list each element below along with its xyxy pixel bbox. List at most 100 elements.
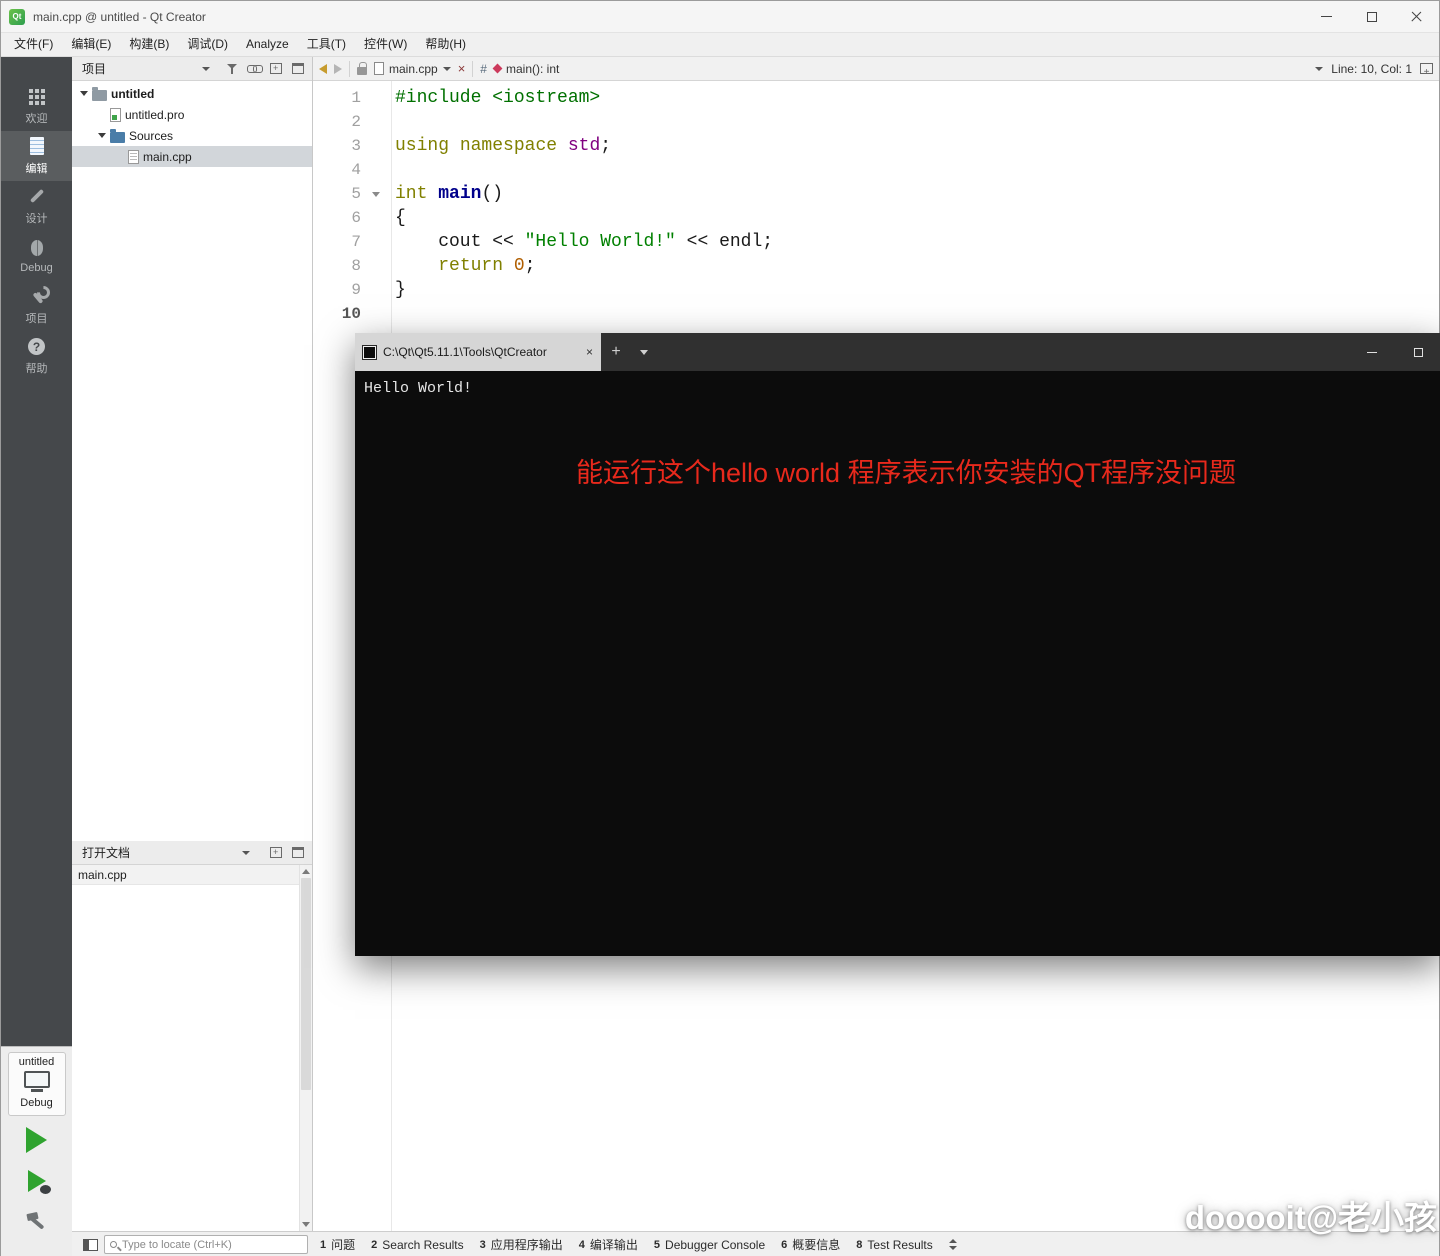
sources-folder-icon [110, 128, 125, 143]
close-button[interactable] [1394, 1, 1439, 32]
mode-item-design[interactable]: 设计 [1, 181, 72, 231]
split-pane-button[interactable] [265, 843, 287, 863]
split-editor-button[interactable] [1420, 63, 1433, 74]
mode-item-projects[interactable]: 项目 [1, 281, 72, 331]
fold-marker [361, 206, 391, 230]
tree-item-untitled[interactable]: untitled [72, 83, 312, 104]
output-pane-1[interactable]: 1 问题 [312, 1232, 363, 1256]
wrench-icon [28, 287, 46, 305]
line-number: 1 [351, 89, 361, 107]
line-column-indicator: Line: 10, Col: 1 [1331, 61, 1412, 76]
fold-marker[interactable] [361, 182, 391, 206]
line-number: 3 [351, 137, 361, 155]
console-window: C:\Qt\Qt5.11.1\Tools\QtCreator × + Hello… [355, 333, 1440, 956]
tab-menu-button[interactable] [631, 333, 657, 371]
opendocs-pane-title: 打开文档 [82, 846, 131, 860]
new-tab-button[interactable]: + [601, 333, 631, 371]
hash-symbol: # [480, 61, 487, 76]
code-text: { [395, 208, 406, 228]
console-tab-close-button[interactable]: × [586, 345, 593, 359]
open-documents-panel: 打开文档 main.cpp [72, 841, 312, 1231]
pencil-icon [29, 188, 44, 204]
close-icon [1411, 11, 1422, 22]
filter-button[interactable] [221, 59, 243, 79]
mode-item-debug[interactable]: Debug [1, 231, 72, 281]
projects-panel: 项目 untitled untitled.pro Sources main.cpp [72, 57, 312, 841]
line-number: 9 [351, 281, 361, 299]
menu-item--e-[interactable]: 编辑(E) [62, 33, 120, 56]
scroll-down-arrow[interactable] [300, 1218, 312, 1231]
split-pane-button[interactable] [265, 59, 287, 79]
console-tab-title: C:\Qt\Qt5.11.1\Tools\QtCreator [383, 345, 547, 359]
opendocs-scrollbar[interactable] [299, 865, 312, 1231]
kit-project-label: untitled [18, 1056, 55, 1068]
projects-panel-header: 项目 [72, 57, 312, 81]
chevron-down-icon [202, 66, 210, 71]
close-pane-button[interactable] [287, 843, 309, 863]
cpp-file-icon [128, 149, 139, 164]
line-number: 5 [351, 185, 361, 203]
menu-item--b-[interactable]: 构建(B) [120, 33, 178, 56]
project-tree: untitled untitled.pro Sources main.cpp [72, 81, 312, 841]
expander-icon[interactable] [96, 133, 108, 138]
console-maximize-button[interactable] [1395, 333, 1440, 371]
console-tab[interactable]: C:\Qt\Qt5.11.1\Tools\QtCreator × [355, 333, 601, 371]
toggle-sidebar-button[interactable] [78, 1232, 102, 1256]
output-pane-toggle[interactable] [948, 1239, 957, 1250]
mode-label: Debug [20, 262, 53, 274]
output-pane-8[interactable]: 8 Test Results [848, 1232, 940, 1256]
debug-run-button[interactable] [15, 1164, 59, 1198]
open-file-dropdown[interactable]: main.cpp [374, 62, 451, 76]
toolbar-right: Line: 10, Col: 1 [1315, 62, 1433, 76]
pane-window-icon [292, 63, 304, 74]
toolbar-separator [472, 60, 474, 77]
tree-item-main-cpp[interactable]: main.cpp [72, 146, 312, 167]
output-pane-6[interactable]: 6 概要信息 [773, 1232, 848, 1256]
console-minimize-button[interactable] [1349, 333, 1395, 371]
output-pane-5[interactable]: 5 Debugger Console [646, 1232, 773, 1256]
expander-icon[interactable] [78, 91, 90, 96]
run-button[interactable] [15, 1123, 59, 1157]
pane-buttons: 1 问题 2 Search Results 3 应用程序输出 4 编译输出 5 Debugger … [312, 1232, 941, 1256]
opendocs-body: main.cpp [72, 865, 312, 1231]
menu-item--d-[interactable]: 调试(D) [178, 33, 237, 56]
close-pane-button[interactable] [287, 59, 309, 79]
sync-with-editor-button[interactable] [243, 59, 265, 79]
output-pane-3[interactable]: 3 应用程序输出 [472, 1232, 571, 1256]
locator-input[interactable] [122, 1238, 302, 1251]
mode-item-help[interactable]: 帮助 [1, 331, 72, 381]
maximize-button[interactable] [1349, 1, 1394, 32]
menu-item--w-[interactable]: 控件(W) [355, 33, 416, 56]
tree-item-untitled-pro[interactable]: untitled.pro [72, 104, 312, 125]
chevron-down-icon[interactable] [1315, 66, 1324, 71]
opendocs-pane-selector[interactable]: 打开文档 [78, 843, 254, 863]
close-document-button[interactable]: × [458, 62, 466, 75]
line-number: 2 [351, 113, 361, 131]
scrollbar-thumb[interactable] [301, 878, 311, 1091]
projects-pane-selector[interactable]: 项目 [78, 59, 214, 79]
build-button[interactable] [15, 1205, 59, 1239]
open-doc-item-main-cpp[interactable]: main.cpp [72, 865, 312, 885]
tree-item-sources[interactable]: Sources [72, 125, 312, 146]
symbol-dropdown[interactable]: main(): int [492, 62, 559, 76]
navigate-back-button[interactable] [319, 63, 327, 74]
output-pane-4[interactable]: 4 编译输出 [571, 1232, 646, 1256]
menu-item--f-[interactable]: 文件(F) [5, 33, 62, 56]
mode-item-welcome[interactable]: 欢迎 [1, 81, 72, 131]
navigate-forward-button[interactable] [334, 63, 342, 74]
menu-item--h-[interactable]: 帮助(H) [416, 33, 475, 56]
pro-file-icon [110, 107, 121, 122]
kit-selector-button[interactable]: untitled Debug [7, 1052, 66, 1116]
menu-item--t-[interactable]: 工具(T) [298, 33, 355, 56]
fold-marker [361, 302, 391, 326]
maximize-icon [1413, 347, 1423, 357]
console-content[interactable]: Hello World! 能运行这个hello world 程序表示你安装的QT… [355, 371, 1440, 956]
mode-item-edit[interactable]: 编辑 [1, 131, 72, 181]
scroll-up-arrow[interactable] [300, 865, 312, 878]
output-pane-2[interactable]: 2 Search Results [363, 1232, 472, 1256]
chevron-down-icon [948, 1246, 957, 1250]
console-titlebar[interactable]: C:\Qt\Qt5.11.1\Tools\QtCreator × + [355, 333, 1440, 371]
minimize-button[interactable] [1304, 1, 1349, 32]
run-icon [26, 1127, 47, 1153]
menu-item-analyze[interactable]: Analyze [237, 33, 298, 56]
